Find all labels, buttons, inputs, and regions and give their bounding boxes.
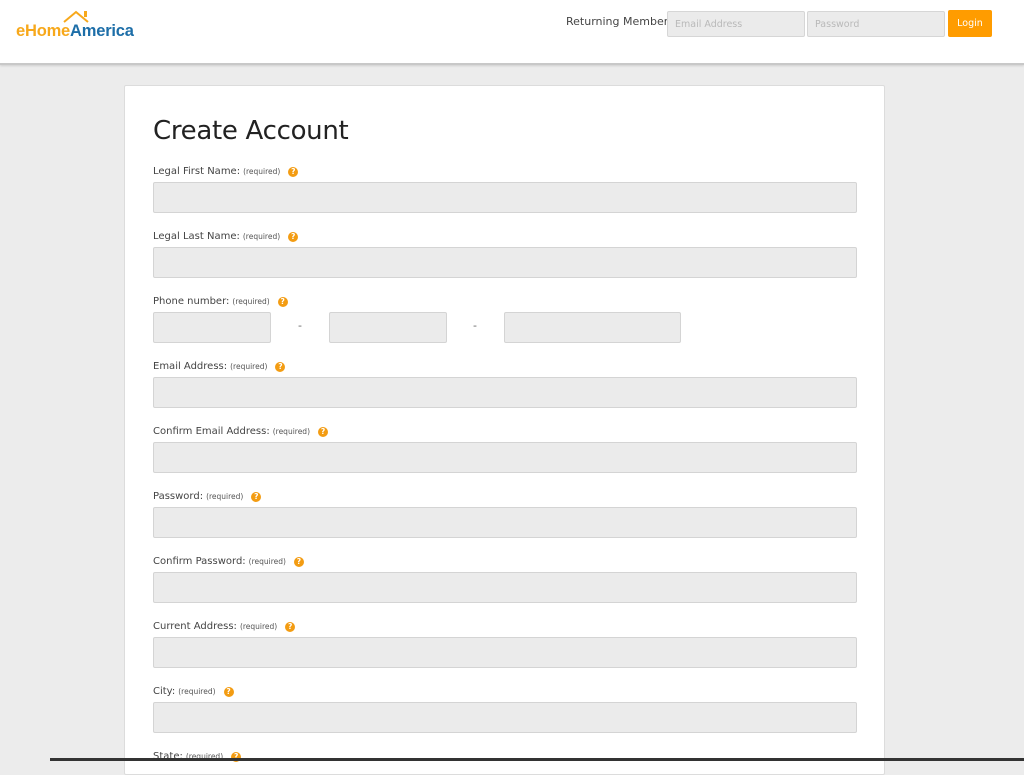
email-label: Email Address: (required) ? [153,361,286,372]
phone-separator: - [473,319,477,332]
phone-line-number-input[interactable] [504,312,681,343]
last-name-input[interactable] [153,247,857,278]
city-label: City: (required) ? [153,686,234,697]
create-account-card: Create Account Legal First Name: (requir… [124,85,885,775]
current-address-label: Current Address: (required) ? [153,621,296,632]
help-icon[interactable]: ? [285,621,296,632]
phone-separator: - [298,319,302,332]
login-email-input[interactable] [667,11,805,37]
help-icon[interactable]: ? [251,491,262,502]
email-input[interactable] [153,377,857,408]
confirm-email-label: Confirm Email Address: (required) ? [153,426,328,437]
phone-number-label: Phone number: (required) ? [153,296,288,307]
confirm-email-input[interactable] [153,442,857,473]
help-icon[interactable]: ? [223,686,234,697]
city-input[interactable] [153,702,857,733]
help-icon[interactable]: ? [293,556,304,567]
password-input[interactable] [153,507,857,538]
logo-wordmark: eHomeAmerica [16,22,134,40]
page-title: Create Account [153,116,349,146]
phone-area-code-input[interactable] [153,312,271,343]
help-icon[interactable]: ? [288,166,299,177]
help-icon[interactable]: ? [318,426,328,437]
login-button[interactable]: Login [948,10,992,37]
help-icon[interactable]: ? [277,296,288,307]
current-address-input[interactable] [153,637,857,668]
help-icon[interactable]: ? [288,231,299,242]
last-name-label: Legal Last Name: (required) ? [153,231,299,242]
first-name-label: Legal First Name: (required) ? [153,166,299,177]
login-password-input[interactable] [807,11,945,37]
phone-prefix-input[interactable] [329,312,447,343]
top-navigation-bar: eHomeAmerica Returning Members: Login [0,0,1024,65]
first-name-input[interactable] [153,182,857,213]
confirm-password-input[interactable] [153,572,857,603]
returning-members-label: Returning Members: [566,15,678,28]
ehomeamerica-logo[interactable]: eHomeAmerica [16,9,146,43]
password-label: Password: (required) ? [153,491,262,502]
help-icon[interactable]: ? [275,361,286,372]
house-roof-icon [63,10,89,23]
confirm-password-label: Confirm Password: (required) ? [153,556,304,567]
